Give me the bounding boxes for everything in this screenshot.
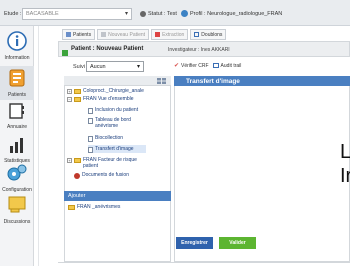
audit-trail-button[interactable]: Audit trail <box>212 62 242 69</box>
suivi-select[interactable]: Aucun ▾ <box>86 61 144 72</box>
statut-label: Statut : Test <box>148 10 177 17</box>
tab-label: Extraction <box>162 31 185 38</box>
duplicates-icon <box>194 32 200 37</box>
expand-icon[interactable]: + <box>67 158 72 163</box>
tree-item-coloproct[interactable]: + Coloproct._Chirurgie_anale <box>67 88 144 95</box>
folder-icon <box>74 158 81 163</box>
document-icon <box>88 118 93 124</box>
patient-status-icon <box>62 50 68 56</box>
audit-icon <box>212 63 219 68</box>
crf-tree-panel <box>64 76 171 262</box>
patients-icon <box>9 69 25 87</box>
app-item-label: Patients <box>7 92 27 98</box>
check-icon: ✔ <box>174 63 180 69</box>
tab-doublons[interactable]: Doublons <box>190 29 227 40</box>
document-icon <box>88 136 93 142</box>
app-item-statistiques[interactable]: Statistiques <box>0 136 34 164</box>
tab-label: Doublons <box>201 31 223 38</box>
patients-tab-icon <box>66 32 71 37</box>
etude-label: Etude : <box>4 11 22 17</box>
tab-new-patient[interactable]: Nouveau Patient <box>97 29 150 40</box>
tree-item-label: FRAN Facteur de risque patient <box>83 157 137 169</box>
tree-item-documents[interactable]: Documents de fusion <box>74 172 129 179</box>
tab-extraction[interactable]: Extraction <box>151 29 189 40</box>
tree-item-fran-vue[interactable]: − FRAN Vue d'ensemble <box>67 96 134 103</box>
tree-item-inclusion[interactable]: Inclusion du patient <box>88 107 139 114</box>
investigator-label: Investigateur : Ines AKKARI <box>168 47 230 53</box>
tree-item-facteur[interactable]: + FRAN Facteur de risque patient <box>67 157 167 169</box>
app-item-information[interactable]: Information <box>0 31 34 61</box>
app-item-patients[interactable]: Patients <box>0 66 34 100</box>
form-title: Transfert d'image <box>186 78 240 85</box>
extraction-icon <box>155 32 161 37</box>
suivi-label: Suivi <box>73 64 85 70</box>
book-icon <box>9 103 24 119</box>
validate-button[interactable]: Valider <box>219 237 256 249</box>
document-icon <box>88 147 93 153</box>
app-item-label: Annuaire <box>6 124 27 130</box>
tree-item-label: Inclusion du patient <box>95 107 139 113</box>
etude-value: BACASABLE <box>26 11 59 17</box>
etude-select[interactable]: BACASABLE ▾ <box>22 8 132 20</box>
grid-icon[interactable] <box>157 78 167 84</box>
discussion-icon <box>8 196 26 213</box>
app-item-label: Discussions <box>3 219 31 225</box>
collapse-icon[interactable]: − <box>67 97 72 102</box>
profil-label: Profil : Neurologue_radiologue_FRAN <box>189 10 283 17</box>
tree-item-label: Biocollection <box>95 135 124 141</box>
tree-item-label: FRAN _anévrismes <box>77 204 121 210</box>
app-item-configuration[interactable]: Configuration <box>0 163 34 193</box>
tab-patients[interactable]: Patients <box>62 29 96 40</box>
tree-item-label: Transfert d'image <box>95 146 134 152</box>
save-button[interactable]: Enregistrer <box>176 237 213 249</box>
config-icon <box>7 164 27 181</box>
crf-toolbar: ✔ Vérifier CRF Audit trail <box>174 62 242 70</box>
tree-item-tableau[interactable]: Tableau de bord anévrisme <box>88 117 144 129</box>
tab-label: Patients <box>73 31 92 38</box>
tree-item-fran-anevrismes[interactable]: FRAN _anévrismes <box>68 204 121 211</box>
document-icon <box>88 108 93 114</box>
divider <box>38 26 39 266</box>
statistics-icon <box>10 138 23 153</box>
content-line: L <box>340 141 350 163</box>
app-item-annuaire[interactable]: Annuaire <box>0 102 34 130</box>
folder-icon <box>68 205 75 210</box>
app-item-discussions[interactable]: Discussions <box>0 195 34 225</box>
expand-icon[interactable]: + <box>67 89 72 94</box>
verifier-crf-button[interactable]: ✔ Vérifier CRF <box>174 62 209 70</box>
suivi-value: Aucun <box>90 64 106 70</box>
tree-item-label: Tableau de bord anévrisme <box>95 117 131 129</box>
patient-title: Patient : Nouveau Patient <box>71 46 144 52</box>
info-icon <box>7 31 27 51</box>
tree-item-label: Documents de fusion <box>82 172 129 178</box>
verifier-label: Vérifier CRF <box>181 62 209 69</box>
tree-panel-header <box>64 76 171 86</box>
form-content-text: L Ir <box>340 140 350 188</box>
folder-icon <box>74 89 81 94</box>
ajouter-label: Ajouter <box>68 193 86 199</box>
gear-icon <box>140 10 146 17</box>
chevron-down-icon: ▾ <box>124 11 128 17</box>
tree-item-transfert[interactable]: Transfert d'image <box>88 146 134 153</box>
audit-label: Audit trail <box>220 62 242 69</box>
status-info: Statut : Test Profil : Neurologue_radiolo… <box>140 10 282 17</box>
app-item-label: Information <box>4 55 30 61</box>
content-line: Ir <box>340 165 350 187</box>
fusion-icon <box>74 173 80 179</box>
tree-item-label: Coloproct._Chirurgie_anale <box>83 88 144 94</box>
tree-item-label: FRAN Vue d'ensemble <box>83 96 134 102</box>
form-panel <box>174 76 350 262</box>
chevron-down-icon: ▾ <box>136 64 140 70</box>
divider <box>58 262 350 263</box>
new-patient-icon <box>101 32 107 37</box>
user-icon <box>180 10 188 17</box>
tree-item-biocollection[interactable]: Biocollection <box>88 135 124 142</box>
folder-icon <box>74 97 81 102</box>
tab-bar: Patients Nouveau Patient Extraction Doub… <box>62 29 227 40</box>
tab-label: Nouveau Patient <box>108 31 146 38</box>
app-item-label: Configuration <box>2 187 32 193</box>
